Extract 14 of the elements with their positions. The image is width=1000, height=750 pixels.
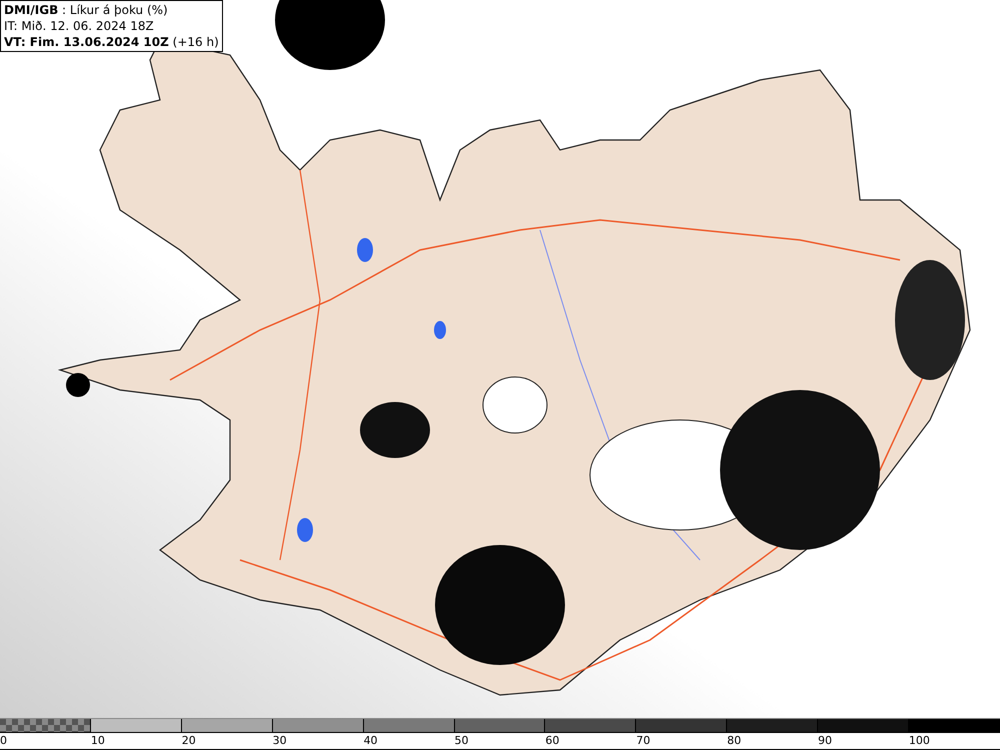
legend-label: 20 [182, 733, 197, 749]
legend-label: 90 [818, 733, 834, 749]
legend-label: 10 [90, 733, 106, 749]
legend-label: 30 [272, 733, 288, 749]
legend-label: 100 [908, 733, 931, 749]
legend-label: 50 [454, 733, 470, 749]
legend-label: 80 [727, 733, 742, 749]
legend-label: 0 [0, 733, 8, 749]
valid-time: VT: Fim. 13.06.2024 10Z (+16 h) [4, 34, 219, 50]
legend-label: 40 [364, 733, 379, 749]
legend-label: 60 [545, 733, 560, 749]
map-title: DMI/IGB : Líkur á þoku (%) [4, 2, 169, 18]
legend-label: 70 [636, 733, 652, 749]
issue-time: IT: Mið. 12. 06. 2024 18Z [4, 18, 155, 34]
